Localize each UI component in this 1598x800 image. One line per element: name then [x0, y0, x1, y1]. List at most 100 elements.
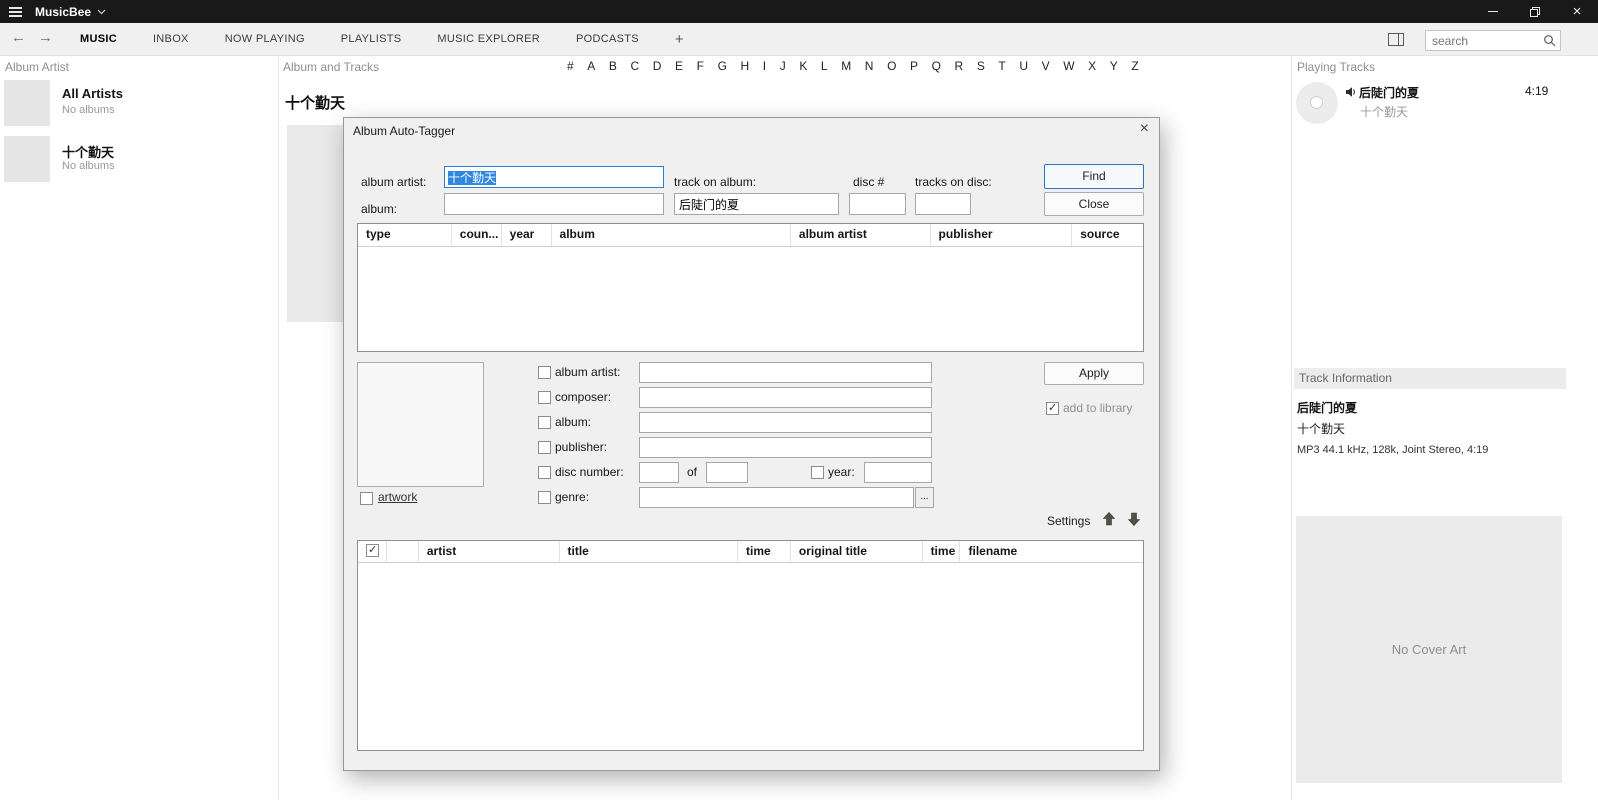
- column-header-year[interactable]: year: [502, 224, 552, 246]
- column-header-filename[interactable]: filename: [960, 541, 1143, 562]
- column-header-artist[interactable]: artist: [419, 541, 560, 562]
- column-header-time[interactable]: time: [738, 541, 791, 562]
- alphabet-letter[interactable]: F: [697, 59, 704, 73]
- album-input[interactable]: [444, 193, 664, 215]
- column-header-title[interactable]: title: [560, 541, 739, 562]
- disc-number-input[interactable]: [849, 193, 906, 215]
- find-button[interactable]: Find: [1044, 164, 1144, 189]
- search-input[interactable]: [1426, 34, 1539, 48]
- artist-item-all-artists[interactable]: All Artists No albums: [0, 80, 277, 138]
- alphabet-letter[interactable]: I: [763, 59, 766, 73]
- column-header-time-2[interactable]: time: [923, 541, 961, 562]
- artwork-checkbox[interactable]: [360, 492, 373, 505]
- settings-link[interactable]: Settings: [1047, 514, 1090, 528]
- genre-tag-input[interactable]: [639, 487, 914, 508]
- artwork-link[interactable]: artwork: [378, 490, 417, 504]
- dialog-close-icon[interactable]: ×: [1140, 120, 1149, 138]
- add-to-library-checkbox[interactable]: [1046, 402, 1059, 415]
- alphabet-letter[interactable]: Q: [932, 59, 941, 73]
- disc-number-tag-input[interactable]: [639, 462, 679, 483]
- now-playing-track-row[interactable]: 后陡门的夏 4:19 十个勤天: [1292, 80, 1598, 130]
- album-tag-checkbox[interactable]: [538, 416, 551, 429]
- tab-music-explorer[interactable]: MUSIC EXPLORER: [437, 33, 540, 45]
- app-title[interactable]: MusicBee: [35, 5, 91, 19]
- hamburger-menu-icon[interactable]: [0, 0, 32, 23]
- move-down-icon[interactable]: [1126, 511, 1142, 527]
- alphabet-letter[interactable]: P: [910, 59, 918, 73]
- select-all-tracks-checkbox[interactable]: [366, 544, 379, 557]
- now-playing-duration: 4:19: [1525, 84, 1548, 98]
- maximize-button[interactable]: [1514, 0, 1556, 23]
- artist-item-shigeqintian[interactable]: 十个勤天 No albums: [0, 136, 277, 194]
- alphabet-letter[interactable]: K: [799, 59, 807, 73]
- disc-count-tag-input[interactable]: [706, 462, 748, 483]
- composer-tag-input[interactable]: [639, 387, 932, 408]
- alphabet-letter[interactable]: W: [1063, 59, 1074, 73]
- disc-number-tag-checkbox[interactable]: [538, 466, 551, 479]
- alphabet-letter[interactable]: M: [841, 59, 851, 73]
- alphabet-letter[interactable]: Y: [1110, 59, 1118, 73]
- musicbee-window: MusicBee × ← → MUSIC INBOX NOW PLAYING P…: [0, 0, 1598, 800]
- alphabet-letter[interactable]: B: [609, 59, 617, 73]
- alphabet-letter[interactable]: N: [865, 59, 874, 73]
- column-header-type[interactable]: type: [358, 224, 452, 246]
- tab-podcasts[interactable]: PODCASTS: [576, 33, 639, 45]
- move-up-icon[interactable]: [1101, 511, 1117, 527]
- minimize-button[interactable]: [1472, 0, 1514, 23]
- alphabet-letter[interactable]: H: [741, 59, 750, 73]
- column-header-blank: [387, 541, 419, 562]
- add-tab-button[interactable]: +: [675, 31, 684, 48]
- column-header-album[interactable]: album: [552, 224, 791, 246]
- album-artist-tag-checkbox[interactable]: [538, 366, 551, 379]
- tracks-on-disc-input[interactable]: [915, 193, 971, 215]
- publisher-tag-checkbox[interactable]: [538, 441, 551, 454]
- column-header-publisher[interactable]: publisher: [931, 224, 1073, 246]
- alphabet-letter[interactable]: G: [718, 59, 727, 73]
- search-icon[interactable]: [1539, 34, 1560, 47]
- disc-number-label: disc #: [853, 175, 884, 189]
- alphabet-letter[interactable]: R: [955, 59, 964, 73]
- alphabet-letter[interactable]: X: [1088, 59, 1096, 73]
- alphabet-letter[interactable]: O: [887, 59, 896, 73]
- alphabet-letter[interactable]: D: [653, 59, 662, 73]
- alphabet-letter[interactable]: A: [587, 59, 595, 73]
- chevron-down-icon[interactable]: [97, 9, 106, 15]
- close-button[interactable]: ×: [1556, 0, 1598, 23]
- forward-arrow-icon[interactable]: →: [38, 29, 53, 46]
- album-artist-tag-input[interactable]: [639, 362, 932, 383]
- publisher-tag-input[interactable]: [639, 437, 932, 458]
- column-header-source[interactable]: source: [1072, 224, 1143, 246]
- alphabet-letter[interactable]: E: [675, 59, 683, 73]
- alphabet-letter[interactable]: S: [977, 59, 985, 73]
- album-artist-input[interactable]: 十个勤天: [444, 166, 664, 188]
- close-dialog-button[interactable]: Close: [1044, 192, 1144, 216]
- alphabet-letter[interactable]: #: [567, 59, 574, 73]
- tab-music[interactable]: MUSIC: [80, 33, 117, 45]
- panel-layout-icon[interactable]: [1388, 33, 1404, 51]
- tab-playlists[interactable]: PLAYLISTS: [341, 33, 402, 45]
- add-to-library-label: add to library: [1063, 401, 1132, 415]
- tab-bar: ← → MUSIC INBOX NOW PLAYING PLAYLISTS MU…: [0, 23, 1598, 56]
- track-on-album-input[interactable]: [674, 193, 839, 215]
- column-header-country[interactable]: coun...: [452, 224, 502, 246]
- composer-tag-checkbox[interactable]: [538, 391, 551, 404]
- genre-tag-checkbox[interactable]: [538, 491, 551, 504]
- alphabet-letter[interactable]: Z: [1131, 59, 1138, 73]
- year-tag-input[interactable]: [864, 462, 932, 483]
- album-tag-input[interactable]: [639, 412, 932, 433]
- alphabet-letter[interactable]: J: [780, 59, 786, 73]
- tab-now-playing[interactable]: NOW PLAYING: [225, 33, 305, 45]
- alphabet-letter[interactable]: V: [1042, 59, 1050, 73]
- alphabet-letter[interactable]: U: [1019, 59, 1028, 73]
- no-cover-art-text: No Cover Art: [1392, 642, 1466, 657]
- tab-inbox[interactable]: INBOX: [153, 33, 189, 45]
- alphabet-letter[interactable]: T: [998, 59, 1005, 73]
- genre-browse-button[interactable]: ...: [915, 487, 934, 508]
- column-header-original-title[interactable]: original title: [791, 541, 923, 562]
- alphabet-letter[interactable]: L: [821, 59, 828, 73]
- apply-button[interactable]: Apply: [1044, 362, 1144, 385]
- back-arrow-icon[interactable]: ←: [11, 29, 26, 46]
- alphabet-letter[interactable]: C: [631, 59, 640, 73]
- column-header-album-artist[interactable]: album artist: [791, 224, 931, 246]
- year-tag-checkbox[interactable]: [811, 466, 824, 479]
